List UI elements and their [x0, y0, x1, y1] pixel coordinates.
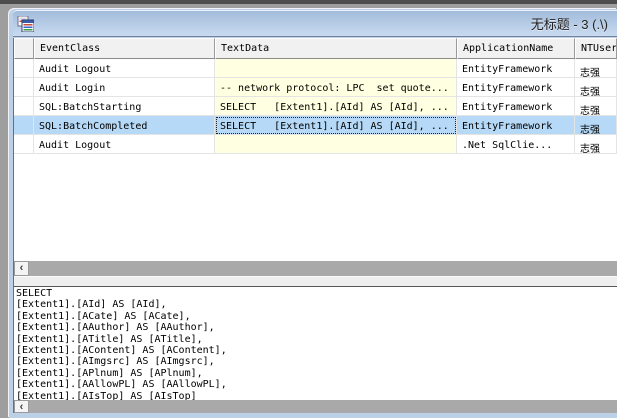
pane-splitter[interactable] [14, 276, 617, 286]
scroll-left-icon[interactable]: ‹ [14, 261, 29, 276]
scrollbar-track[interactable] [29, 261, 617, 276]
cell-application-name[interactable]: EntityFramework [457, 59, 575, 78]
cell-event-class[interactable]: Audit Logout [34, 135, 215, 154]
cell-nt-user-name[interactable]: 志强 [575, 59, 617, 78]
column-header-selector[interactable] [14, 38, 34, 59]
cell-nt-user-name[interactable]: 志强 [575, 116, 617, 135]
grid-horizontal-scrollbar[interactable]: ‹ [14, 261, 617, 276]
trace-content: EventClass TextData ApplicationName NTUs… [13, 38, 617, 413]
cell-application-name[interactable]: .Net SqlClie... [457, 135, 575, 154]
cell-text-data[interactable] [215, 135, 457, 154]
row-selector-cell[interactable] [14, 116, 34, 135]
scroll-left-icon[interactable]: ‹ [14, 400, 29, 413]
cell-event-class[interactable]: SQL:BatchCompleted [34, 116, 215, 135]
cell-event-class[interactable]: Audit Logout [34, 59, 215, 78]
grid-empty-area [14, 154, 617, 261]
cell-nt-user-name[interactable]: 志强 [575, 135, 617, 154]
column-header-textdata[interactable]: TextData [215, 38, 457, 59]
cell-text-data[interactable]: SELECT [Extent1].[AId] AS [AId], ... [215, 116, 457, 135]
cell-text-data[interactable] [215, 59, 457, 78]
cell-text-data[interactable]: -- network protocol: LPC set quote... [215, 78, 457, 97]
titlebar[interactable]: 无标题 - 3 (.\) [13, 10, 617, 37]
sql-detail-panel: SELECT [Extent1].[AId] AS [AId], [Extent… [14, 286, 617, 400]
cell-nt-user-name[interactable]: 志强 [575, 78, 617, 97]
cell-event-class[interactable]: SQL:BatchStarting [34, 97, 215, 116]
scrollbar-track[interactable] [29, 400, 617, 413]
row-selector-cell[interactable] [14, 78, 34, 97]
cell-text-data[interactable]: SELECT [Extent1].[AId] AS [AId], ... [215, 97, 457, 116]
cell-application-name[interactable]: EntityFramework [457, 116, 575, 135]
table-row[interactable]: SQL:BatchStarting SELECT [Extent1].[AId]… [14, 97, 617, 116]
row-selector-cell[interactable] [14, 97, 34, 116]
detail-horizontal-scrollbar[interactable]: ‹ [14, 400, 617, 413]
table-row[interactable]: Audit Login -- network protocol: LPC set… [14, 78, 617, 97]
app-top-edge [0, 0, 617, 4]
trace-window-icon[interactable] [17, 16, 34, 32]
row-selector-cell[interactable] [14, 135, 34, 154]
column-header-applicationname[interactable]: ApplicationName [457, 38, 575, 59]
cell-nt-user-name[interactable]: 志强 [575, 97, 617, 116]
row-selector-cell[interactable] [14, 59, 34, 78]
table-row[interactable]: Audit Logout EntityFramework 志强 [14, 59, 617, 78]
window-title: 无标题 - 3 (.\) [34, 14, 617, 33]
grid-header-row: EventClass TextData ApplicationName NTUs… [14, 38, 617, 59]
table-row[interactable]: Audit Logout .Net SqlClie... 志强 [14, 135, 617, 154]
cell-application-name[interactable]: EntityFramework [457, 97, 575, 116]
table-row[interactable]: SQL:BatchCompleted SELECT [Extent1].[AId… [14, 116, 617, 135]
trace-window: 无标题 - 3 (.\) EventClass TextData Applica… [9, 9, 617, 418]
cell-event-class[interactable]: Audit Login [34, 78, 215, 97]
column-header-ntusername[interactable]: NTUserName [575, 38, 617, 59]
column-header-eventclass[interactable]: EventClass [34, 38, 215, 59]
sql-text: SELECT [Extent1].[AId] AS [AId], [Extent… [16, 288, 617, 400]
cell-application-name[interactable]: EntityFramework [457, 78, 575, 97]
